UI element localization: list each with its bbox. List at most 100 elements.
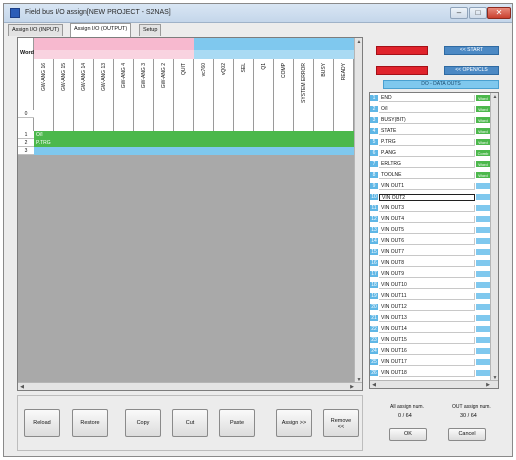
tab-assign-input[interactable]: Assign I/O (INPUT) xyxy=(8,24,64,36)
grid-vertical-scrollbar[interactable]: ▲ ▼ xyxy=(354,38,362,384)
ok-button[interactable]: OK xyxy=(389,428,427,441)
list-item-tag xyxy=(476,337,490,344)
list-item-name: STATE xyxy=(379,128,475,135)
remove-button[interactable]: Remove << xyxy=(323,409,359,437)
list-item-name: TOOLNE xyxy=(379,172,475,179)
start-button[interactable]: << START xyxy=(444,46,499,55)
list-item-tag xyxy=(476,293,490,300)
list-item[interactable]: 13 VIN OUT5 xyxy=(370,227,490,234)
list-vertical-scrollbar[interactable]: ▲ ▼ xyxy=(490,93,498,382)
grid-row-2-bar[interactable]: P.TRG xyxy=(34,139,354,147)
cancel-button[interactable]: Cancel xyxy=(448,428,486,441)
list-item[interactable]: 18 VIN OUT10 xyxy=(370,282,490,289)
list-item-number: 18 xyxy=(370,282,378,289)
list-item-tag: Word xyxy=(476,128,490,135)
grid-column-label: BUSY xyxy=(314,59,334,131)
list-item-tag xyxy=(476,183,490,190)
reload-button[interactable]: Reload xyxy=(24,409,60,437)
grid-column-text: GW-ANG 3 xyxy=(140,63,147,89)
list-item[interactable]: 22 VIN OUT14 xyxy=(370,326,490,333)
list-item[interactable]: 1 END Word xyxy=(370,95,490,102)
list-item-number: 6 xyxy=(370,150,378,157)
list-item[interactable]: 15 VIN OUT7 xyxy=(370,249,490,256)
open-close-button[interactable]: << OPEN/CLS xyxy=(444,66,499,75)
word-label: Word xyxy=(20,50,34,56)
list-item[interactable]: 3 BUSY(BIT) Word xyxy=(370,117,490,124)
list-item[interactable]: 10 VIN OUT2 xyxy=(370,194,490,201)
scroll-up-icon[interactable]: ▲ xyxy=(355,38,362,46)
signal-list[interactable]: 1 END Word 2 O/I Word 3 BUSY(BIT) Word 4 STATE Word… xyxy=(369,92,499,389)
list-item[interactable]: 7 ERLTRG Word xyxy=(370,161,490,168)
list-item-number: 16 xyxy=(370,260,378,267)
grid-column-text: QUIT xyxy=(180,63,187,75)
scroll-left-icon[interactable]: ◀ xyxy=(18,383,26,390)
list-item-tag: Word xyxy=(476,139,490,146)
list-horizontal-scrollbar[interactable]: ◀ ▶ xyxy=(370,380,498,388)
grid-column-text: GW-ANG 16 xyxy=(40,63,47,91)
list-item-name: END xyxy=(379,95,475,102)
list-item[interactable]: 24 VIN OUT16 xyxy=(370,348,490,355)
list-item[interactable]: 5 P.TRG Word xyxy=(370,139,490,146)
list-item[interactable]: 8 TOOLNE Word xyxy=(370,172,490,179)
list-item[interactable]: 17 VIN OUT9 xyxy=(370,271,490,278)
grid-header-row-num: 0 xyxy=(18,110,34,118)
list-item-tag xyxy=(476,282,490,289)
scroll-right-icon[interactable]: ▶ xyxy=(484,381,492,388)
list-item[interactable]: 14 VIN OUT6 xyxy=(370,238,490,245)
close-button[interactable]: ✕ xyxy=(487,7,511,19)
list-item[interactable]: 26 VIN OUT18 xyxy=(370,370,490,377)
list-item-name: VIN OUT7 xyxy=(379,249,475,256)
grid-row-num: 2 xyxy=(18,139,34,147)
title-bar: Field bus I/O assign[NEW PROJECT - S2NAS… xyxy=(4,4,512,23)
grid-column-label: GW-ANG 4 xyxy=(114,59,134,131)
grid-row-1-bar[interactable]: O/I xyxy=(34,131,354,139)
list-item[interactable]: 23 VIN OUT15 xyxy=(370,337,490,344)
list-item[interactable]: 9 VIN OUT1 xyxy=(370,183,490,190)
list-item[interactable]: 2 O/I Word xyxy=(370,106,490,113)
list-item-tag xyxy=(476,227,490,234)
list-item[interactable]: 6 P.ANG Comb xyxy=(370,150,490,157)
restore-button[interactable]: Restore xyxy=(72,409,108,437)
scroll-right-icon[interactable]: ▶ xyxy=(348,383,356,390)
grid-column-label: COMP xyxy=(274,59,294,131)
list-item[interactable]: 4 STATE Word xyxy=(370,128,490,135)
list-item-name: VIN OUT13 xyxy=(379,315,475,322)
grid-row-3-bar-left[interactable] xyxy=(34,147,194,155)
grid-column-label: GW-ANG 13 xyxy=(94,59,114,131)
copy-button[interactable]: Copy xyxy=(125,409,161,437)
data-outs-header: DO - DATA OUTS xyxy=(383,80,499,89)
minimize-button[interactable]: – xyxy=(450,7,468,19)
list-item[interactable]: 25 VIN OUT17 xyxy=(370,359,490,366)
grid-row-num: 3 xyxy=(18,147,34,155)
list-item-name: VIN OUT3 xyxy=(379,205,475,212)
grid-column-text: GW-ANG 15 xyxy=(60,63,67,91)
list-item[interactable]: 11 VIN OUT3 xyxy=(370,205,490,212)
tab-assign-output[interactable]: Assign I/O (OUTPUT) xyxy=(70,23,132,37)
list-item-number: 25 xyxy=(370,359,378,366)
scroll-left-icon[interactable]: ◀ xyxy=(370,381,378,388)
cut-button[interactable]: Cut xyxy=(172,409,208,437)
assign-grid[interactable]: Word GW-ANG 16 GW-ANG 15 GW-ANG 14 GW-ANG 1… xyxy=(17,37,363,391)
list-item-tag xyxy=(476,194,490,201)
list-item[interactable]: 16 VIN OUT8 xyxy=(370,260,490,267)
list-item[interactable]: 21 VIN OUT13 xyxy=(370,315,490,322)
list-item[interactable]: 12 VIN OUT4 xyxy=(370,216,490,223)
list-item-name: P.ANG xyxy=(379,150,475,157)
grid-column-label: GW-ANG 3 xyxy=(134,59,154,131)
grid-row-3-bar-right[interactable] xyxy=(194,147,354,155)
list-item-number: 23 xyxy=(370,337,378,344)
scroll-up-icon[interactable]: ▲ xyxy=(491,93,498,101)
maximize-button[interactable]: □ xyxy=(469,7,487,19)
list-item-tag xyxy=(476,216,490,223)
paste-button[interactable]: Paste xyxy=(219,409,255,437)
list-item[interactable]: 20 VIN OUT12 xyxy=(370,304,490,311)
list-item-tag: Word xyxy=(476,95,490,102)
list-item-number: 13 xyxy=(370,227,378,234)
grid-horizontal-scrollbar[interactable]: ◀ ▶ xyxy=(18,382,362,390)
grid-column-text: SYSTEM ERROR xyxy=(300,63,307,104)
list-item[interactable]: 19 VIN OUT11 xyxy=(370,293,490,300)
assign-button[interactable]: Assign >> xyxy=(276,409,312,437)
tab-setup[interactable]: Setup xyxy=(139,24,162,36)
grid-row-num: 1 xyxy=(18,131,34,139)
all-assign-value: 0 / 64 xyxy=(398,413,412,419)
